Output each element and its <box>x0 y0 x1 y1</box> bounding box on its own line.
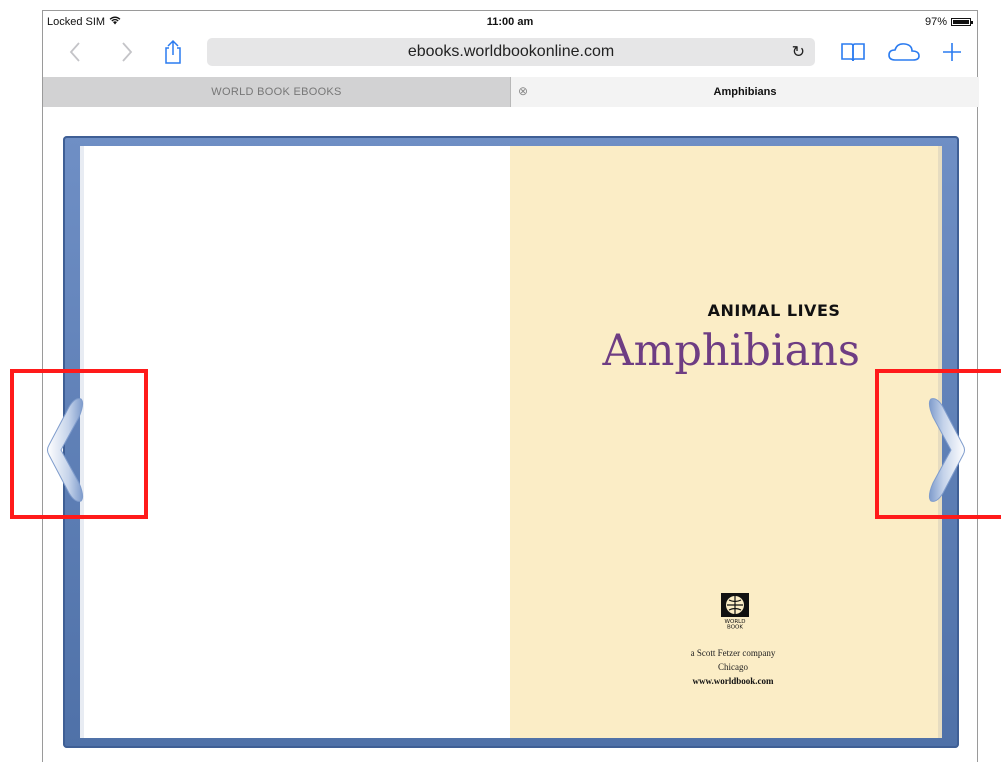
page-content: ANIMAL LIVES Amphibians WORLD BOOK a Sco… <box>43 108 977 762</box>
series-title: ANIMAL LIVES <box>707 301 841 320</box>
icloud-tabs-button[interactable] <box>887 37 921 67</box>
bookmarks-button[interactable] <box>839 37 867 67</box>
browser-toolbar: ebooks.worldbookonline.com ↻ <box>43 33 977 75</box>
battery-icon <box>951 18 973 26</box>
tab-world-book-ebooks[interactable]: WORLD BOOK EBOOKS <box>43 77 511 107</box>
world-book-logo: WORLD BOOK <box>721 593 749 629</box>
logo-text-book: BOOK <box>727 625 743 630</box>
forward-button[interactable] <box>117 37 137 67</box>
forward-icon <box>122 42 133 62</box>
tab-label: Amphibians <box>713 86 777 98</box>
close-tab-icon[interactable]: ⊗ <box>518 84 528 98</box>
share-button[interactable] <box>161 37 185 67</box>
highlight-box-previous <box>10 369 148 519</box>
new-tab-icon <box>943 43 961 61</box>
status-time: 11:00 am <box>486 16 534 28</box>
book-title: Amphibians <box>602 326 860 376</box>
tab-amphibians[interactable]: Amphibians <box>511 77 979 107</box>
icloud-tabs-icon <box>888 43 920 61</box>
ipad-screen: Locked SIM 11:00 am 97% ebooks.worldbook… <box>42 10 979 762</box>
status-right: 97% <box>924 16 973 28</box>
battery-fill <box>953 20 969 24</box>
reload-icon[interactable]: ↻ <box>792 42 805 62</box>
ebook-viewer: ANIMAL LIVES Amphibians WORLD BOOK a Sco… <box>63 136 959 748</box>
new-tab-button[interactable] <box>941 37 963 67</box>
back-icon <box>69 42 80 62</box>
status-bar: Locked SIM 11:00 am 97% <box>43 11 977 33</box>
share-icon <box>165 39 181 64</box>
publisher-city: Chicago <box>718 662 748 672</box>
publisher-url: www.worldbook.com <box>692 676 774 686</box>
tab-label: WORLD BOOK EBOOKS <box>211 86 342 98</box>
bookmarks-icon <box>841 43 865 62</box>
publisher-company: a Scott Fetzer company <box>690 648 776 658</box>
back-button[interactable] <box>65 37 85 67</box>
highlight-box-next <box>875 369 1001 519</box>
tab-bar: WORLD BOOK EBOOKS Amphibians ⊗ <box>43 77 979 107</box>
battery-percent: 97% <box>924 16 947 28</box>
url-text: ebooks.worldbookonline.com <box>407 43 615 60</box>
address-bar[interactable]: ebooks.worldbookonline.com ↻ <box>207 38 815 66</box>
